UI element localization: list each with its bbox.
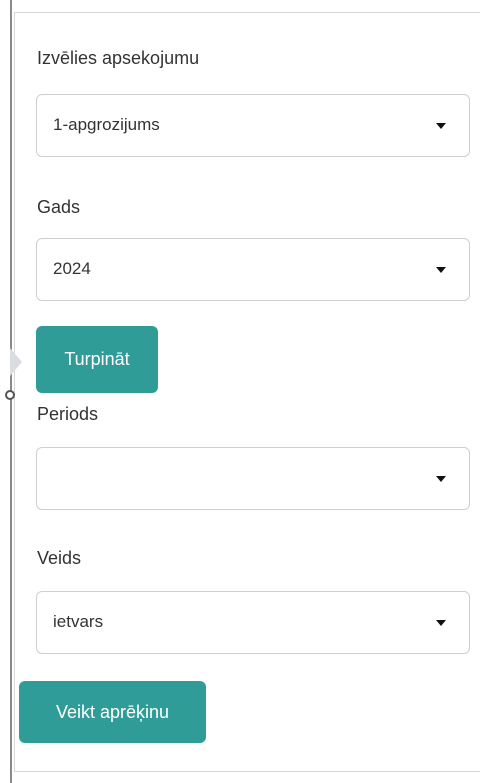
type-label: Veids — [37, 548, 82, 568]
period-select[interactable] — [36, 447, 470, 510]
caret-down-icon — [436, 620, 446, 626]
continue-button[interactable]: Turpināt — [36, 326, 158, 393]
caret-down-icon — [436, 267, 446, 273]
survey-select-value: 1-apgrozijums — [53, 115, 160, 134]
sidebar-toggle-icon[interactable] — [10, 348, 22, 376]
resize-handle-icon[interactable] — [5, 390, 15, 400]
period-label: Periods — [37, 404, 99, 424]
year-select-value: 2024 — [53, 259, 91, 278]
caret-down-icon — [436, 123, 446, 129]
caret-down-icon — [436, 476, 446, 482]
year-select[interactable]: 2024 — [36, 238, 470, 301]
year-label: Gads — [37, 197, 81, 217]
calculate-button[interactable]: Veikt aprēķinu — [19, 681, 206, 743]
type-select[interactable]: ietvars — [36, 591, 470, 654]
survey-label: Izvēlies apsekojumu — [37, 48, 200, 68]
survey-select[interactable]: 1-apgrozijums — [36, 94, 470, 157]
type-select-value: ietvars — [53, 612, 104, 631]
